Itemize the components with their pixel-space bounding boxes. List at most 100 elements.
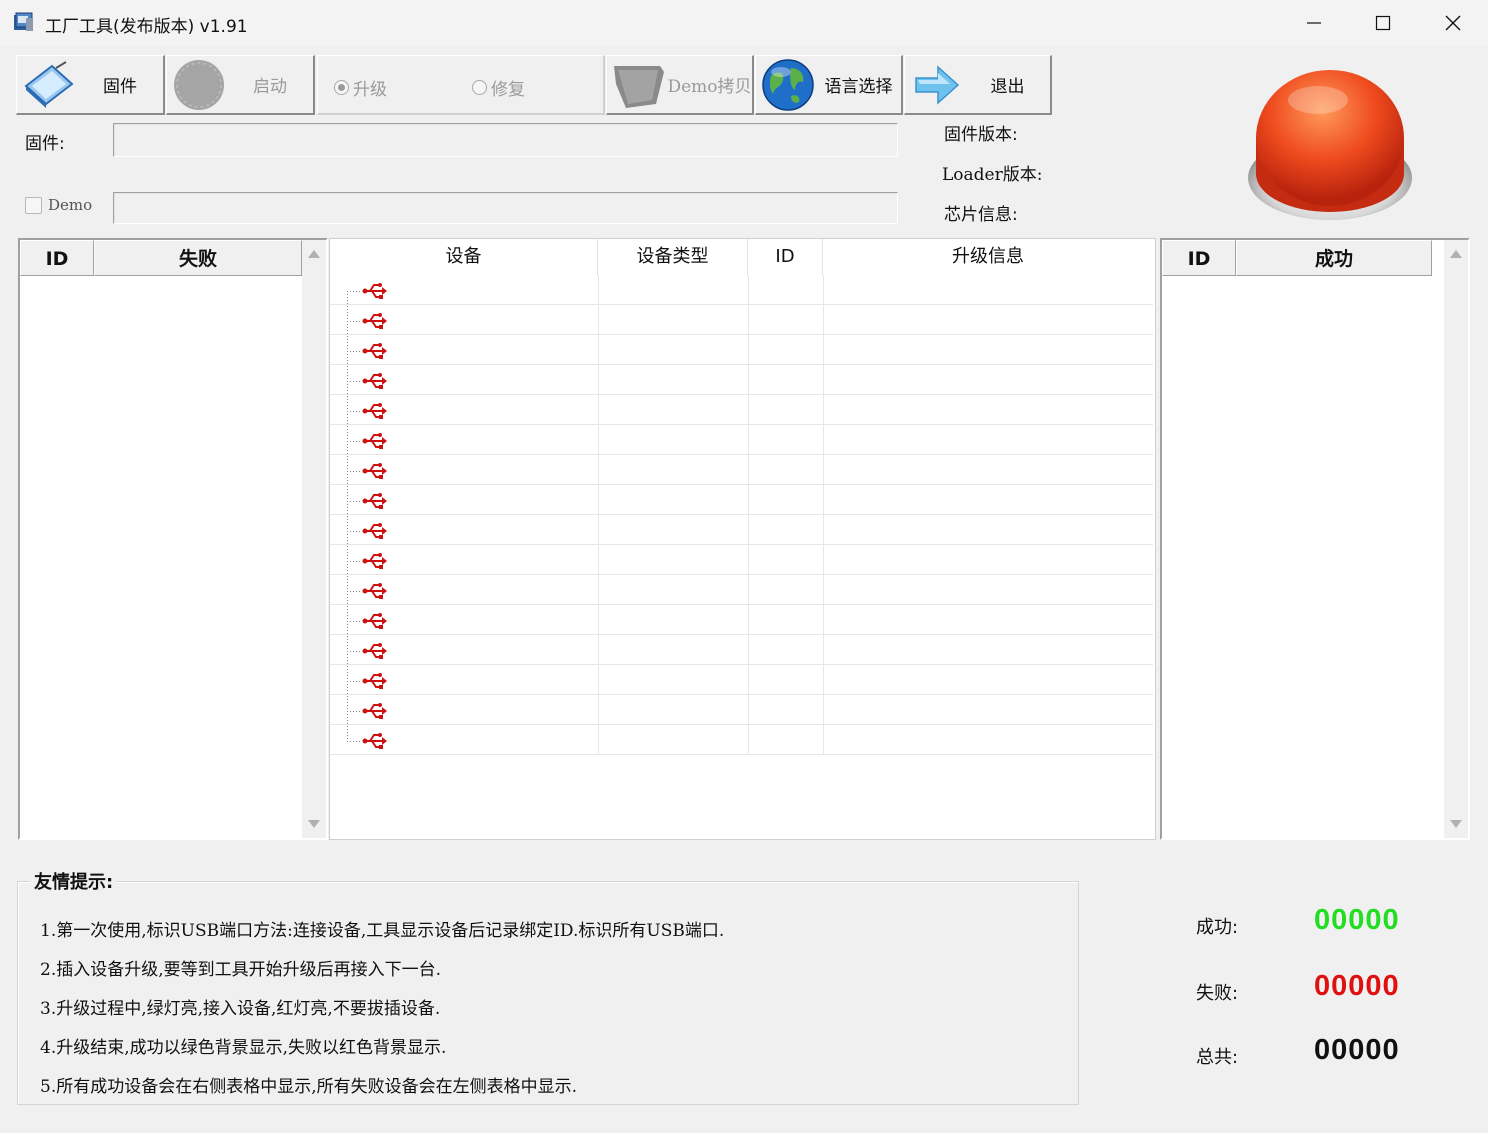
device-cell bbox=[748, 485, 824, 515]
usb-icon bbox=[362, 673, 387, 689]
device-list[interactable]: 设备 设备类型 ID 升级信息 bbox=[329, 238, 1156, 840]
usb-icon bbox=[362, 403, 387, 419]
device-row[interactable] bbox=[330, 695, 1153, 725]
device-cell bbox=[823, 725, 1153, 755]
scroll-down-icon[interactable] bbox=[1450, 820, 1462, 828]
success-table-scrollbar[interactable] bbox=[1444, 240, 1468, 838]
maximize-button[interactable] bbox=[1348, 0, 1418, 46]
device-cell bbox=[598, 695, 749, 725]
close-button[interactable] bbox=[1418, 0, 1488, 46]
usb-icon bbox=[362, 313, 387, 329]
total-count-label: 总共: bbox=[1196, 1047, 1239, 1068]
maximize-icon bbox=[1375, 15, 1391, 31]
repair-radio[interactable]: 修复 bbox=[472, 75, 525, 100]
scroll-up-icon[interactable] bbox=[308, 250, 320, 258]
loader-version-label: Loader版本: bbox=[942, 165, 1043, 185]
fail-col-id[interactable]: ID bbox=[20, 240, 94, 276]
fail-count-label: 失败: bbox=[1196, 983, 1239, 1004]
device-row[interactable] bbox=[330, 575, 1153, 605]
device-row[interactable] bbox=[330, 305, 1153, 335]
upgrade-radio[interactable]: 升级 bbox=[334, 75, 387, 100]
device-cell bbox=[748, 635, 824, 665]
language-button[interactable]: 语言选择 bbox=[755, 55, 903, 115]
device-cell bbox=[598, 725, 749, 755]
device-row[interactable] bbox=[330, 335, 1153, 365]
globe-icon bbox=[760, 58, 816, 112]
window-title: 工厂工具(发布版本) v1.91 bbox=[45, 17, 248, 37]
device-cell bbox=[823, 335, 1153, 365]
device-row[interactable] bbox=[330, 545, 1153, 575]
success-col-status[interactable]: 成功 bbox=[1236, 240, 1432, 276]
device-cell bbox=[748, 545, 824, 575]
device-row[interactable] bbox=[330, 515, 1153, 545]
device-cell bbox=[823, 635, 1153, 665]
device-row[interactable] bbox=[330, 485, 1153, 515]
mode-radio-group: 升级 修复 bbox=[317, 55, 605, 115]
exit-button[interactable]: 退出 bbox=[904, 55, 1052, 115]
device-cell bbox=[823, 665, 1153, 695]
device-cell bbox=[748, 455, 824, 485]
fail-col-status[interactable]: 失败 bbox=[94, 240, 302, 276]
firmware-button[interactable]: 固件 bbox=[16, 55, 165, 115]
checkbox-box bbox=[25, 196, 42, 214]
tips-title: 友情提示: bbox=[30, 868, 118, 894]
tip-line: 2.插入设备升级,要等到工具开始升级后再接入下一台. bbox=[40, 960, 442, 980]
demo-folder-icon bbox=[611, 58, 667, 112]
scroll-down-icon[interactable] bbox=[308, 820, 320, 828]
radio-dot bbox=[472, 80, 487, 95]
device-cell bbox=[748, 605, 824, 635]
tip-line: 3.升级过程中,绿灯亮,接入设备,红灯亮,不要拔插设备. bbox=[40, 999, 441, 1019]
demo-path-field[interactable] bbox=[113, 192, 898, 224]
upgrade-radio-label: 升级 bbox=[353, 80, 387, 100]
start-button-label: 启动 bbox=[253, 77, 287, 97]
app-window-icon bbox=[12, 10, 36, 34]
usb-icon bbox=[362, 643, 387, 659]
device-row[interactable] bbox=[330, 455, 1153, 485]
device-col-upgrade-info[interactable]: 升级信息 bbox=[823, 239, 1153, 275]
device-cell bbox=[598, 335, 749, 365]
device-row[interactable] bbox=[330, 725, 1153, 755]
device-col-id[interactable]: ID bbox=[748, 239, 823, 275]
device-cell bbox=[598, 545, 749, 575]
device-row[interactable] bbox=[330, 275, 1153, 305]
demo-copy-button[interactable]: Demo拷贝 bbox=[606, 55, 754, 115]
tip-line: 5.所有成功设备会在右侧表格中显示,所有失败设备会在左侧表格中显示. bbox=[40, 1077, 578, 1097]
fail-table[interactable]: ID 失败 bbox=[18, 238, 328, 840]
device-row[interactable] bbox=[330, 425, 1153, 455]
device-cell bbox=[598, 635, 749, 665]
device-cell bbox=[598, 605, 749, 635]
firmware-path-field[interactable] bbox=[113, 123, 898, 157]
radio-dot bbox=[334, 80, 349, 95]
device-cell bbox=[748, 365, 824, 395]
device-row[interactable] bbox=[330, 365, 1153, 395]
demo-checkbox[interactable]: Demo bbox=[25, 196, 92, 214]
usb-icon bbox=[362, 523, 387, 539]
device-row[interactable] bbox=[330, 395, 1153, 425]
device-row[interactable] bbox=[330, 665, 1153, 695]
chip-info-label: 芯片信息: bbox=[944, 205, 1018, 225]
device-col-type[interactable]: 设备类型 bbox=[598, 239, 748, 275]
minimize-button[interactable] bbox=[1279, 0, 1349, 46]
usb-icon bbox=[362, 433, 387, 449]
device-row[interactable] bbox=[330, 635, 1153, 665]
device-row[interactable] bbox=[330, 605, 1153, 635]
scroll-up-icon[interactable] bbox=[1450, 250, 1462, 258]
start-button[interactable]: 启动 bbox=[166, 55, 315, 115]
success-col-id[interactable]: ID bbox=[1162, 240, 1236, 276]
device-cell bbox=[598, 575, 749, 605]
demo-checkbox-label: Demo bbox=[48, 196, 93, 214]
success-table[interactable]: ID 成功 bbox=[1160, 238, 1470, 840]
usb-icon bbox=[362, 343, 387, 359]
usb-icon bbox=[362, 493, 387, 509]
device-cell bbox=[748, 695, 824, 725]
firmware-field-label: 固件: bbox=[25, 134, 65, 154]
usb-icon bbox=[362, 733, 387, 749]
device-cell bbox=[748, 575, 824, 605]
device-cell bbox=[823, 305, 1153, 335]
device-cell bbox=[748, 725, 824, 755]
fail-table-scrollbar[interactable] bbox=[302, 240, 326, 838]
device-cell bbox=[598, 425, 749, 455]
fail-table-header: ID 失败 bbox=[20, 240, 302, 276]
device-cell bbox=[748, 425, 824, 455]
success-table-header: ID 成功 bbox=[1162, 240, 1432, 276]
